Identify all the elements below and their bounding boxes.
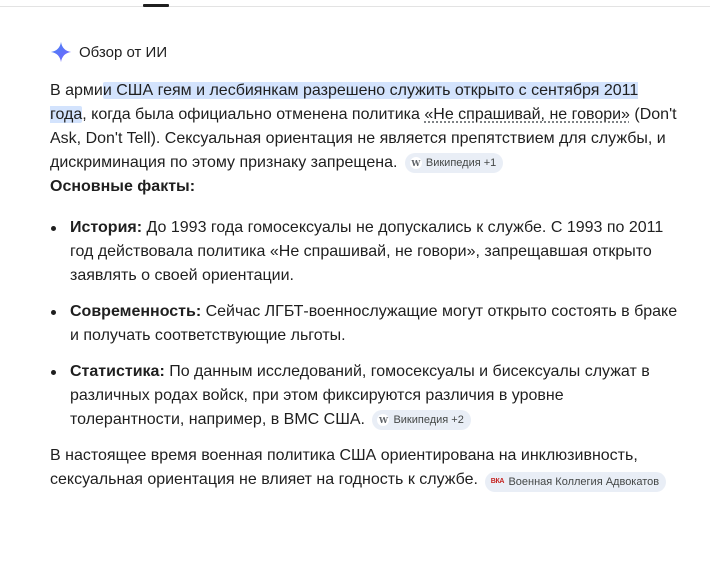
source-chip-label: Военная Коллегия Адвокатов — [508, 476, 660, 488]
vka-logo-icon: ВКА — [490, 478, 505, 485]
top-divider — [0, 6, 710, 7]
source-chip-wikipedia-2[interactable]: W Википедия +2 — [372, 410, 471, 430]
wikipedia-icon: W — [377, 414, 390, 426]
gemini-spark-icon — [50, 41, 72, 63]
key-facts-heading: Основные факты: — [50, 178, 196, 195]
ai-overview-content: В армии США геям и лесбиянкам разрешено … — [50, 79, 678, 492]
fact-label: История: — [70, 219, 143, 236]
intro-prefix: В арми — [50, 82, 103, 99]
fact-label: Современность: — [70, 303, 202, 320]
fact-label: Статистика: — [70, 363, 165, 380]
intro-paragraph: В армии США геям и лесбиянкам разрешено … — [50, 79, 678, 175]
ai-overview-header: Обзор от ИИ — [50, 41, 167, 63]
source-chip-label: Википедия +2 — [393, 414, 464, 426]
fact-text: До 1993 года гомосексуалы не допускались… — [70, 219, 664, 284]
wikipedia-icon: W — [409, 157, 422, 169]
policy-term-link[interactable]: «Не спрашивай, не говори» — [424, 106, 630, 123]
closing-paragraph: В настоящее время военная политика США о… — [50, 444, 678, 492]
active-tab-indicator — [143, 4, 169, 7]
ai-overview-title: Обзор от ИИ — [79, 43, 168, 61]
source-chip-label: Википедия +1 — [425, 157, 497, 169]
intro-middle: , когда была официально отменена политик… — [82, 106, 425, 123]
source-chip-vka[interactable]: ВКА Военная Коллегия Адвокатов — [485, 472, 667, 492]
list-item-history: История: До 1993 года гомосексуалы не до… — [50, 216, 678, 288]
facts-list: История: До 1993 года гомосексуалы не до… — [50, 216, 678, 432]
list-item-statistics: Статистика: По данным исследований, гомо… — [50, 360, 678, 432]
list-item-modern: Современность: Сейчас ЛГБТ-военнослужащи… — [50, 300, 678, 348]
source-chip-wikipedia[interactable]: W Википедия +1 — [404, 153, 504, 173]
